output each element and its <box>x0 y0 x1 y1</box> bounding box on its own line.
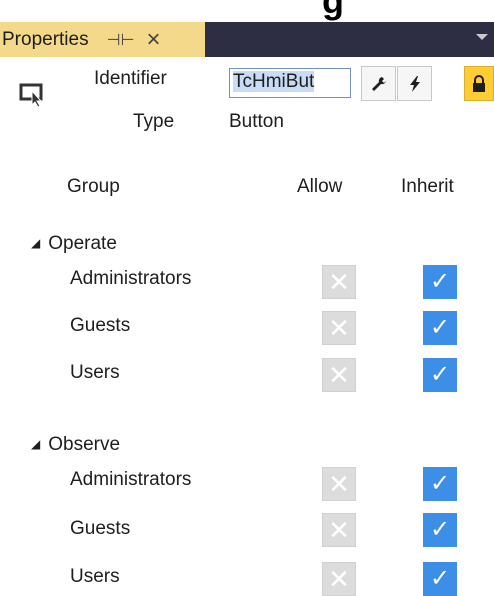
group-name: Operate <box>48 233 117 254</box>
allow-checkbox[interactable]: ✕ <box>322 467 356 501</box>
allow-checkbox[interactable]: ✕ <box>322 358 356 392</box>
inherit-checkbox[interactable]: ✓ <box>423 467 457 501</box>
row-label: Users <box>70 566 120 587</box>
type-label: Type <box>133 111 175 132</box>
group-header-observe[interactable]: ◢ Observe <box>31 434 120 456</box>
allow-checkbox[interactable]: ✕ <box>322 513 356 547</box>
collapse-triangle-icon[interactable]: ◢ <box>31 437 40 451</box>
group-header-operate[interactable]: ◢ Operate <box>31 233 117 255</box>
button-control-icon <box>19 83 43 108</box>
row-label: Users <box>70 362 120 383</box>
backdrop-text: g <box>322 0 344 21</box>
row-label: Administrators <box>70 469 192 490</box>
row-label: Guests <box>70 315 131 336</box>
lock-button[interactable] <box>464 66 494 101</box>
collapse-triangle-icon[interactable]: ◢ <box>31 236 40 250</box>
identifier-field[interactable]: TcHmiBut <box>229 68 351 98</box>
lock-icon <box>473 74 485 92</box>
type-value: Button <box>229 111 284 132</box>
column-header-group: Group <box>67 176 120 197</box>
identifier-value: TcHmiBut <box>233 71 315 92</box>
chevron-down-icon[interactable] <box>476 34 488 40</box>
identifier-label: Identifier <box>94 68 167 89</box>
inherit-checkbox[interactable]: ✓ <box>423 265 457 299</box>
column-header-allow: Allow <box>297 176 343 197</box>
inherit-checkbox[interactable]: ✓ <box>423 562 457 596</box>
panel-titlebar: Properties ⊣⊢ × <box>0 22 494 57</box>
inherit-checkbox[interactable]: ✓ <box>423 311 457 345</box>
allow-checkbox[interactable]: ✕ <box>322 265 356 299</box>
close-icon[interactable]: × <box>146 27 160 52</box>
tab-properties[interactable]: Properties ⊣⊢ × <box>0 22 205 57</box>
lightning-icon <box>409 75 420 92</box>
pin-icon[interactable]: ⊣⊢ <box>107 30 135 50</box>
wrench-button[interactable] <box>361 66 396 101</box>
group-name: Observe <box>48 434 121 455</box>
inherit-checkbox[interactable]: ✓ <box>423 358 457 392</box>
backdrop: g <box>0 0 494 22</box>
allow-checkbox[interactable]: ✕ <box>322 311 356 345</box>
row-label: Administrators <box>70 268 192 289</box>
inherit-checkbox[interactable]: ✓ <box>423 513 457 547</box>
column-header-inherit: Inherit <box>401 176 454 197</box>
row-label: Guests <box>70 518 131 539</box>
events-button[interactable] <box>397 66 432 101</box>
wrench-icon <box>371 76 386 91</box>
allow-checkbox[interactable]: ✕ <box>322 562 356 596</box>
tab-title: Properties <box>2 28 89 50</box>
